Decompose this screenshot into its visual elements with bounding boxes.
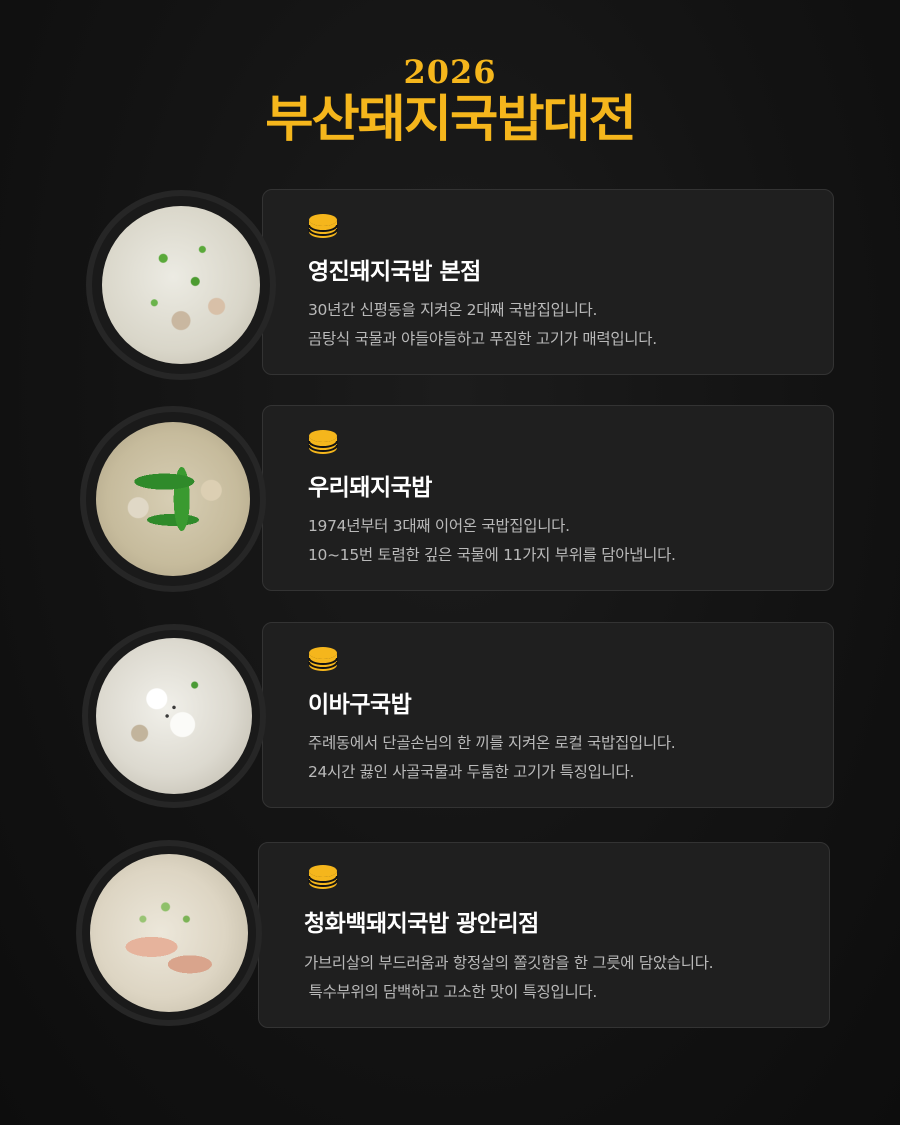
gukbap-bowl-icon [308, 430, 338, 454]
store-description-line: 특수부위의 담백하고 고소한 맛이 특징입니다. [304, 983, 598, 1001]
store-name: 청화백돼지국밥 광안리점 [304, 911, 539, 937]
gukbap-photo [86, 190, 276, 380]
event-year: 2026 [403, 53, 497, 91]
store-description-line: 30년간 신평동을 지켜온 2대째 국밥집입니다. [308, 301, 598, 319]
gukbap-bowl-icon [308, 865, 338, 889]
event-header: 2026 부산돼지국밥대전 [0, 52, 900, 148]
gukbap-photo [80, 406, 266, 592]
gukbap-bowl-icon [308, 647, 338, 671]
store-description-line: 10~15번 토렴한 깊은 국물에 11가지 부위를 담아냅니다. [308, 546, 676, 564]
gukbap-bowl-icon [308, 214, 338, 238]
store-name: 영진돼지국밥 본점 [308, 259, 481, 285]
store-description-line: 주례동에서 단골손님의 한 끼를 지켜온 로컬 국밥집입니다. [308, 734, 676, 752]
store-name: 우리돼지국밥 [308, 475, 432, 501]
event-title: 부산돼지국밥대전 [265, 90, 637, 148]
store-name: 이바구국밥 [308, 692, 412, 718]
gukbap-photo [76, 840, 262, 1026]
store-description-line: 가브리살의 부드러움과 항정살의 쫄깃함을 한 그릇에 담았습니다. [304, 954, 714, 972]
store-description-line: 1974년부터 3대째 이어온 국밥집입니다. [308, 517, 570, 535]
store-description-line: 곰탕식 국물과 야들야들하고 푸짐한 고기가 매력입니다. [308, 330, 657, 348]
store-description-line: 24시간 끓인 사골국물과 두툼한 고기가 특징입니다. [308, 763, 635, 781]
gukbap-photo [82, 624, 266, 808]
